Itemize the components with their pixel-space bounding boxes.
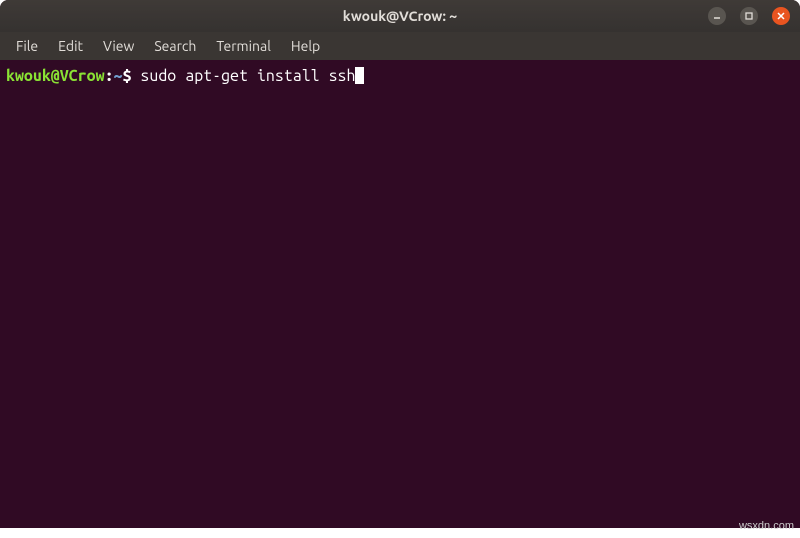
prompt-path: ~ (114, 66, 123, 87)
menu-file[interactable]: File (8, 36, 46, 56)
command-text: sudo apt-get install ssh (131, 66, 355, 87)
maximize-icon (744, 11, 754, 21)
menu-view[interactable]: View (95, 36, 142, 56)
maximize-button[interactable] (740, 7, 758, 25)
prompt-user-host: kwouk@VCrow (6, 66, 105, 87)
terminal-window: kwouk@VCrow: ~ File Edit View Search Ter… (0, 0, 800, 528)
window-controls (708, 7, 790, 25)
menu-search[interactable]: Search (146, 36, 204, 56)
title-bar[interactable]: kwouk@VCrow: ~ (0, 0, 800, 32)
menu-bar: File Edit View Search Terminal Help (0, 32, 800, 60)
terminal-body[interactable]: kwouk@VCrow:~$ sudo apt-get install ssh (0, 60, 800, 528)
watermark: wsxdn.com (739, 520, 794, 532)
prompt-separator: : (105, 66, 114, 87)
close-icon (776, 11, 786, 21)
cursor-icon (355, 67, 364, 84)
minimize-icon (712, 11, 722, 21)
menu-edit[interactable]: Edit (50, 36, 91, 56)
prompt-symbol: $ (123, 66, 132, 87)
window-title: kwouk@VCrow: ~ (343, 8, 457, 24)
prompt-line: kwouk@VCrow:~$ sudo apt-get install ssh (6, 66, 794, 87)
menu-help[interactable]: Help (283, 36, 328, 56)
menu-terminal[interactable]: Terminal (208, 36, 279, 56)
close-button[interactable] (772, 7, 790, 25)
minimize-button[interactable] (708, 7, 726, 25)
